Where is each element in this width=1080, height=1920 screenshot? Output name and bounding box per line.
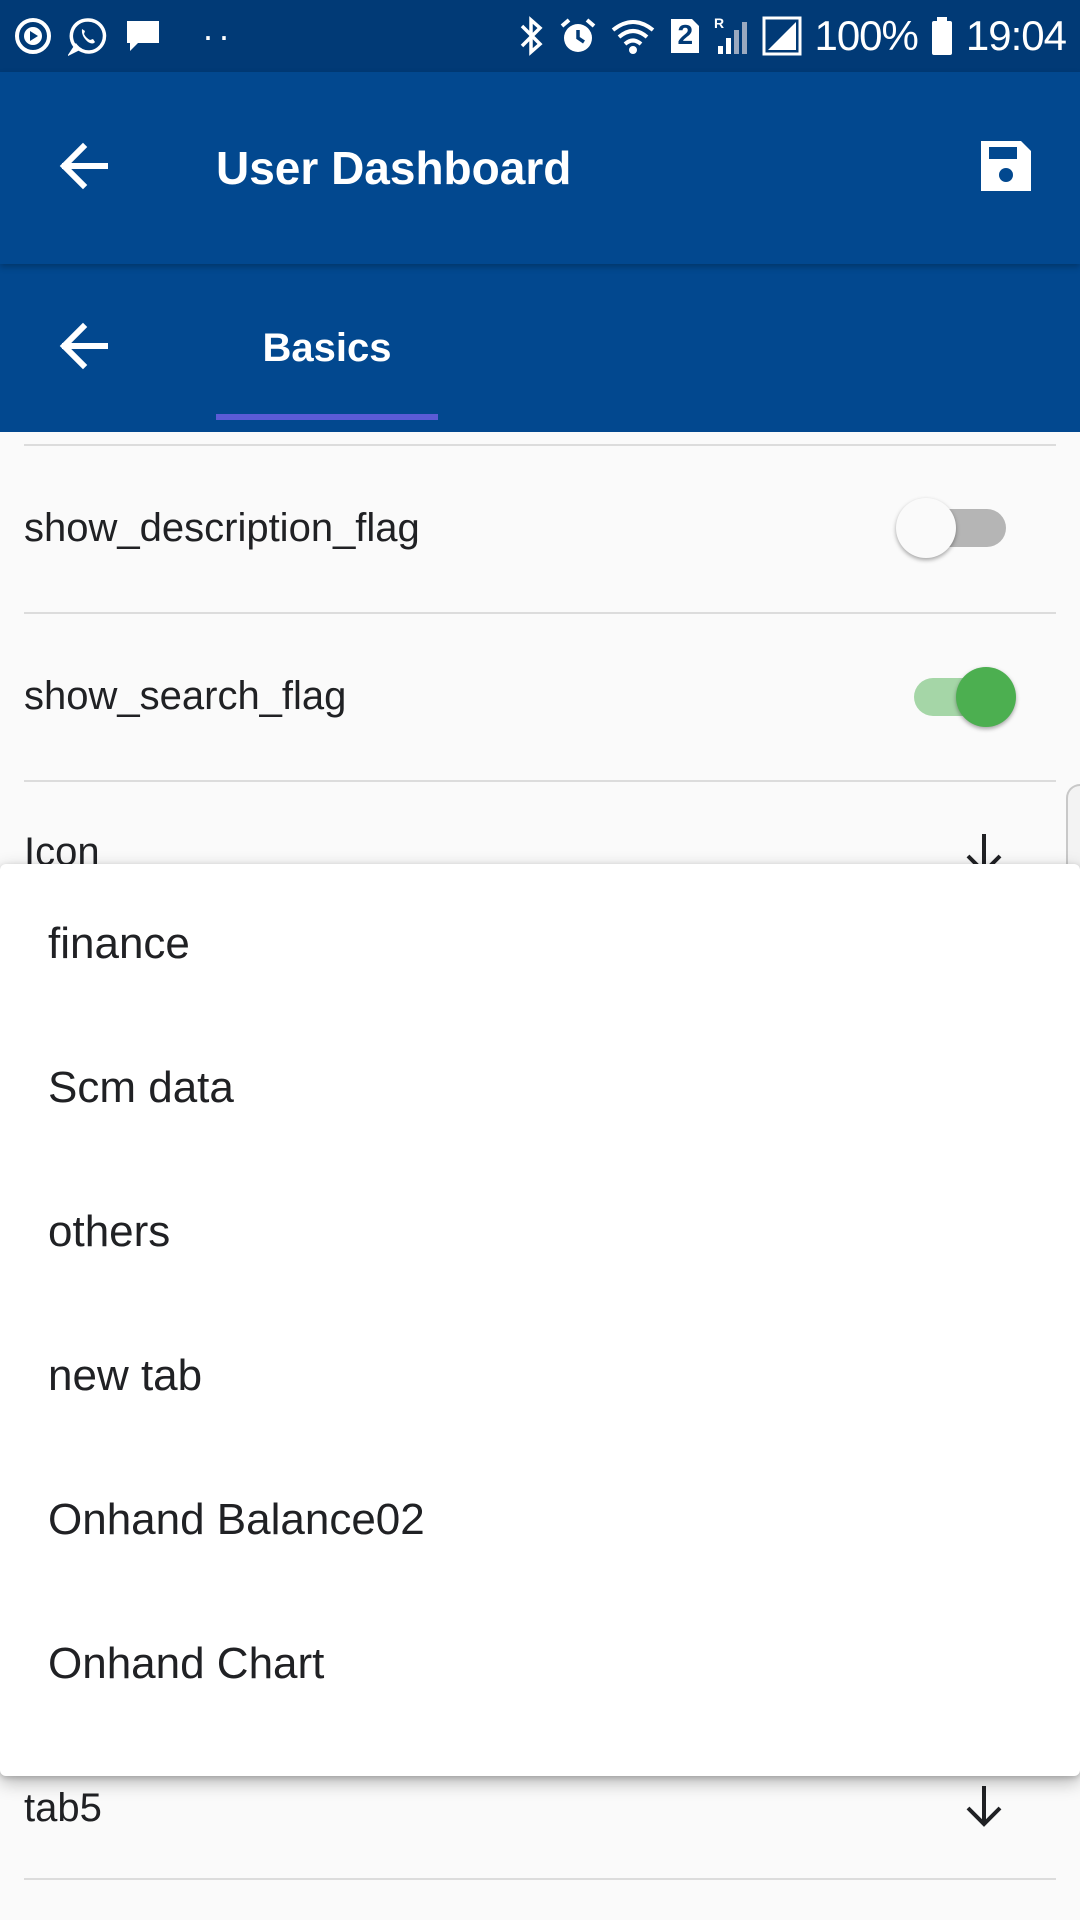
show-search-flag-switch[interactable] <box>904 667 1016 727</box>
tab-basics-label: Basics <box>262 325 392 370</box>
switch-thumb <box>896 498 956 558</box>
divider <box>24 444 1056 446</box>
arrow-left-icon <box>57 319 111 378</box>
alarm-icon <box>558 16 598 56</box>
save-button[interactable] <box>968 130 1044 206</box>
battery-icon <box>930 16 954 56</box>
status-bar: ·· 2 R 100% 19:04 <box>0 0 1080 72</box>
tab5-field-dropdown-arrow[interactable] <box>960 1784 1008 1832</box>
menu-item-new-tab[interactable]: new tab <box>0 1304 1080 1448</box>
arrow-down-icon <box>964 1784 1004 1833</box>
divider <box>24 612 1056 614</box>
back-button[interactable] <box>48 132 120 204</box>
menu-item-scm-data[interactable]: Scm data <box>0 1016 1080 1160</box>
divider <box>24 1878 1056 1880</box>
show-search-flag-label: show_search_flag <box>24 674 347 718</box>
arrow-left-icon <box>57 139 111 198</box>
menu-item-onhand-chart[interactable]: Onhand Chart <box>0 1592 1080 1736</box>
tab-basics[interactable]: Basics <box>216 264 438 432</box>
switch-thumb <box>956 667 1016 727</box>
save-icon <box>977 137 1035 200</box>
show-description-flag-switch[interactable] <box>896 498 1006 558</box>
status-bar-left: ·· <box>14 15 234 57</box>
more-dots-icon: ·· <box>202 15 234 56</box>
tab-back-button[interactable] <box>48 312 120 384</box>
battery-percent: 100% <box>814 12 918 59</box>
whatsapp-icon <box>68 16 108 56</box>
sim-2-icon: 2 <box>668 16 702 56</box>
play-circle-icon <box>14 17 52 55</box>
menu-item-finance[interactable]: finance <box>0 872 1080 1016</box>
message-icon <box>124 17 162 55</box>
menu-item-others[interactable]: others <box>0 1160 1080 1304</box>
tab5-field-label: tab5 <box>24 1786 102 1830</box>
svg-text:R: R <box>714 16 724 31</box>
menu-item-onhand-balance02[interactable]: Onhand Balance02 <box>0 1448 1080 1592</box>
show-description-flag-label: show_description_flag <box>24 506 420 550</box>
divider <box>24 780 1056 782</box>
page-title: User Dashboard <box>216 142 572 194</box>
roaming-signal-icon: R <box>714 16 750 56</box>
signal-icon <box>762 16 802 56</box>
tab-indicator <box>216 414 438 420</box>
clock: 19:04 <box>965 12 1067 59</box>
bluetooth-icon <box>516 16 546 56</box>
icon-dropdown-menu: finance Scm data others new tab Onhand B… <box>0 864 1080 1776</box>
tab-bar: Basics <box>0 264 1080 432</box>
wifi-icon <box>610 16 656 56</box>
app-bar: User Dashboard <box>0 72 1080 264</box>
sim-badge: 2 <box>677 19 694 50</box>
status-bar-right: 2 R 100% 19:04 <box>516 12 1067 60</box>
